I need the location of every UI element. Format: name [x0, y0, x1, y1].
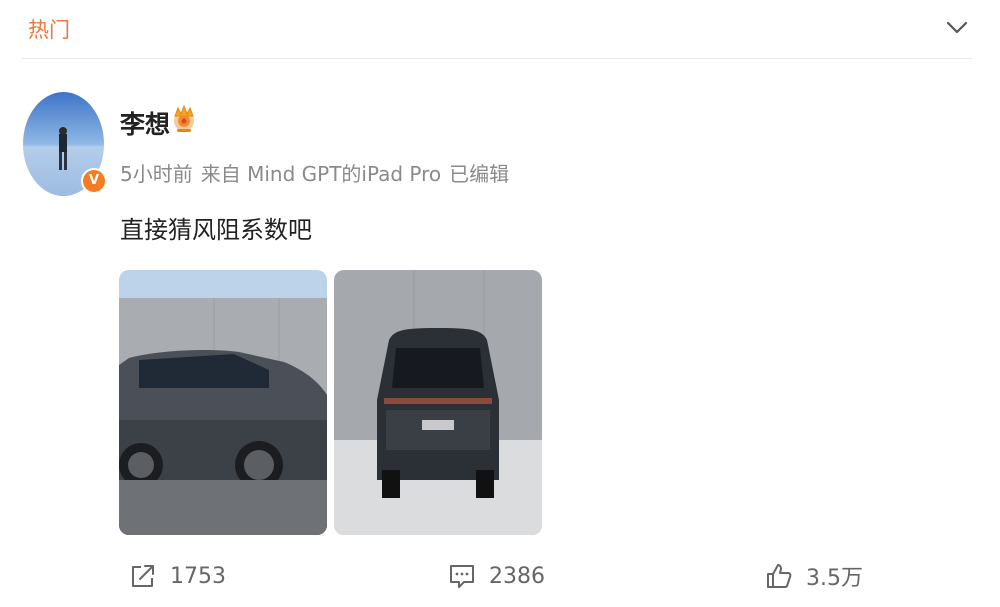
crown-icon[interactable]	[170, 104, 198, 134]
post-edited[interactable]: 已编辑	[449, 162, 509, 186]
thumbs-up-icon	[767, 564, 792, 588]
car-rear-photo-icon	[334, 270, 542, 535]
comment-icon	[450, 565, 474, 588]
share-count: 1753	[170, 563, 226, 589]
feed-tab-bar: 热门	[0, 0, 1000, 58]
share-icon	[132, 565, 154, 587]
like-count: 3.5万	[806, 566, 863, 591]
post-text: 直接猜风阻系数吧	[120, 216, 312, 244]
post-meta: 5小时前 来自 Mind GPT的iPad Pro 已编辑	[120, 158, 517, 187]
chevron-down-icon[interactable]	[944, 14, 970, 40]
verified-badge: V	[81, 168, 107, 194]
post-source: 来自 Mind GPT的iPad Pro	[200, 162, 442, 186]
post-time[interactable]: 5小时前	[120, 162, 193, 186]
author-name[interactable]: 李想	[120, 105, 170, 141]
author-avatar-wrap[interactable]: V	[23, 92, 107, 196]
tab-hot[interactable]: 热门	[28, 14, 70, 44]
post-image-1[interactable]	[119, 270, 327, 535]
car-side-photo-icon	[119, 270, 327, 535]
like-action[interactable]: 3.5万	[764, 559, 863, 593]
post-image-2[interactable]	[334, 270, 542, 535]
comment-action[interactable]: 2386	[447, 559, 545, 593]
comment-count: 2386	[489, 563, 545, 589]
share-action[interactable]: 1753	[128, 559, 226, 593]
divider	[22, 58, 972, 59]
